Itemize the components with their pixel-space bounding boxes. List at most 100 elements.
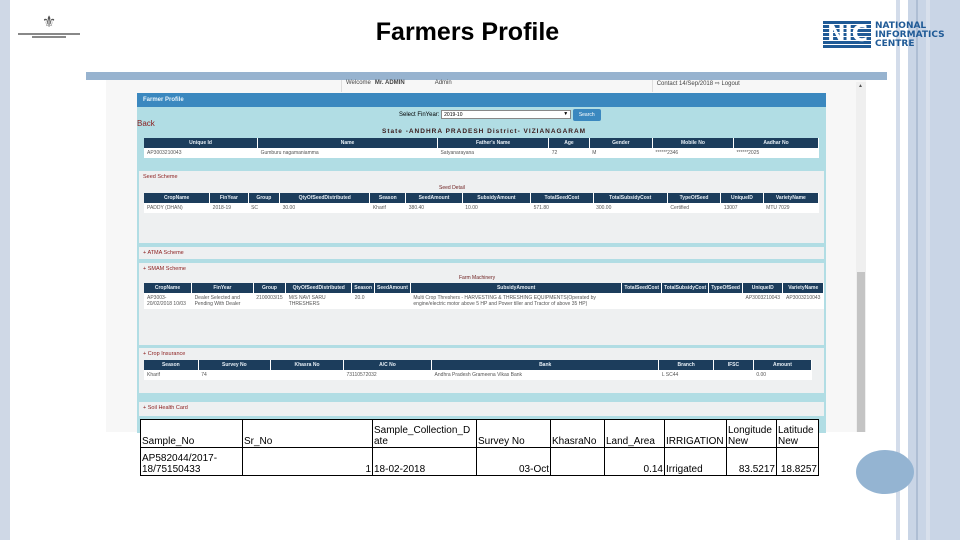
farm-machinery-caption: Farm Machinery <box>459 275 496 281</box>
column-header: TotalSubsidyCost <box>661 283 710 293</box>
table-row: Kharif 74 73110572032 Andhra Pradesh Gramee… <box>144 370 812 380</box>
smam-scheme-section: + SMAM Scheme Farm Machinery CropName Fin… <box>139 263 824 345</box>
table-cell: SC <box>248 203 280 213</box>
soil-health-section: + Soil Health Card <box>139 402 824 416</box>
farmer-table: Unique Id Name Father's Name Age Gender Mobil… <box>144 138 820 158</box>
table-row: AP3003210043 Gumburu nagamaniamma Satyanar… <box>144 148 819 158</box>
welcome-label: Welcome <box>346 80 371 86</box>
column-header: CropName <box>144 283 193 293</box>
smam-scheme-toggle[interactable]: + SMAM Scheme <box>139 263 824 275</box>
column-header: TypeOfSeed <box>667 193 722 203</box>
soil-sample-table: Sample_No Sr_No Sample_Collection_Date Surv… <box>140 419 819 476</box>
table-cell: 300.00 <box>593 203 668 213</box>
table-cell: AP3003210043 <box>782 293 824 309</box>
search-button[interactable]: Search <box>572 109 601 121</box>
nic-logo: NIC NATIONAL INFORMATICS CENTRE <box>823 21 945 49</box>
crop-insurance-section: + Crop Insurance Season Survey No Khasra N… <box>139 348 824 393</box>
column-header: Bank <box>431 360 660 370</box>
column-header: SubsidyAmount <box>462 193 532 203</box>
panel-title: Farmer Profile <box>137 93 826 107</box>
back-link[interactable]: Back <box>137 119 155 128</box>
nic-line-3: CENTRE <box>875 38 915 49</box>
table-header-row: Sample_No Sr_No Sample_Collection_Date Surv… <box>140 419 819 448</box>
table-cell: 72 <box>548 148 590 158</box>
column-header: Group <box>253 283 287 293</box>
table-cell: PADDY (DHAN) <box>144 203 210 213</box>
column-header: IFSC <box>713 360 754 370</box>
column-header: Land_Area <box>604 419 665 448</box>
seed-scheme-toggle[interactable]: Seed Scheme <box>143 174 178 180</box>
column-header: LatitudeNew <box>776 419 819 448</box>
seed-scheme-section: Seed Scheme Seed Detail CropName FinYear G… <box>139 171 824 243</box>
column-header: Sr_No <box>242 419 373 448</box>
column-header: TotalSeedCost <box>621 283 663 293</box>
atma-scheme-toggle[interactable]: + ATMA Scheme <box>139 247 824 259</box>
table-cell: M <box>589 148 653 158</box>
table-cell: 0.00 <box>753 370 812 380</box>
column-header: Khasra No <box>270 360 344 370</box>
decorative-circle <box>856 450 914 494</box>
table-cell: 10.00 <box>462 203 531 213</box>
table-cell: 2018-19 <box>209 203 249 213</box>
table-cell: Andhra Pradesh Grameena Vikas Bank <box>431 370 659 380</box>
finyear-select[interactable]: 2019-10 ▼ <box>441 110 572 119</box>
table-cell <box>374 293 411 309</box>
column-header: Amount <box>753 360 813 370</box>
table-cell: Kharif <box>369 203 406 213</box>
table-cell: L SC44 <box>658 370 714 380</box>
column-header: Age <box>548 138 590 148</box>
table-row: AP582044/2017-18/75150433 1 18-02-2018 03-O… <box>140 447 819 476</box>
table-cell: 18.8257 <box>776 447 819 476</box>
column-header: VarietyName <box>763 193 820 203</box>
table-header-row: CropName FinYear Group QtyOfSeedDistributed… <box>144 283 824 293</box>
contact-logout-link[interactable]: Contact 14/Sep/2018 ⇨ Logout <box>651 80 740 92</box>
finyear-label: Select FinYear: <box>399 112 440 118</box>
column-header: Group <box>248 193 281 203</box>
column-header: Father's Name <box>437 138 550 148</box>
column-header: Unique Id <box>144 138 259 148</box>
user-role: Admin <box>434 80 452 86</box>
column-header: QtyOfSeedDistributed <box>279 193 371 203</box>
column-header: TotalSeedCost <box>530 193 594 203</box>
table-cell: Dealer Selected and Pending With Dealer <box>191 293 254 309</box>
atma-scheme-section: + ATMA Scheme <box>139 247 824 259</box>
table-cell <box>550 447 605 476</box>
column-header: SeedAmount <box>405 193 463 203</box>
column-header: Season <box>369 193 407 203</box>
table-cell <box>661 293 709 309</box>
table-cell: 74 <box>198 370 271 380</box>
table-cell <box>713 370 754 380</box>
table-cell: AP3003210043 <box>742 293 783 309</box>
seed-detail-caption: Seed Detail <box>439 185 465 191</box>
table-cell: 380.40 <box>405 203 463 213</box>
table-cell: 83.5217 <box>726 447 777 476</box>
column-header: SeedAmount <box>374 283 411 293</box>
column-header: FinYear <box>209 193 249 203</box>
table-cell: AP3003-20/02/2018 10/03 <box>144 293 192 309</box>
soil-health-toggle[interactable]: + Soil Health Card <box>139 402 824 414</box>
column-header: SubsidyAmount <box>410 283 623 293</box>
vertical-scrollbar[interactable]: ▲ <box>856 82 866 432</box>
table-cell: Multi Crop Threshers - HARVESTING & THRE… <box>410 293 622 309</box>
column-header: IRRIGATION <box>664 419 727 448</box>
table-cell: 1 <box>242 447 373 476</box>
table-cell <box>708 293 743 309</box>
table-cell: ******2025 <box>733 148 819 158</box>
scroll-up-icon[interactable]: ▲ <box>858 83 863 89</box>
table-cell: Certified <box>667 203 721 213</box>
column-header: FinYear <box>191 283 254 293</box>
scroll-thumb[interactable] <box>857 272 865 432</box>
column-header: TotalSubsidyCost <box>593 193 668 203</box>
table-cell: Irrigated <box>664 447 727 476</box>
nic-mark-icon: NIC <box>823 21 871 49</box>
table-cell: AP582044/2017-18/75150433 <box>140 447 243 476</box>
accent-bar <box>86 72 887 80</box>
state-district-heading: State -ANDHRA PRADESH District- VIZIANAG… <box>382 128 587 135</box>
crop-insurance-toggle[interactable]: + Crop Insurance <box>139 348 824 360</box>
finyear-filter: Select FinYear: 2019-10 ▼ Search <box>399 109 601 121</box>
table-cell <box>621 293 662 309</box>
farmer-profile-panel: Farmer Profile Select FinYear: 2019-10 ▼ … <box>137 93 826 433</box>
table-header-row: Season Survey No Khasra No A/C No Bank Branch… <box>144 360 813 370</box>
table-cell: Kharif <box>144 370 199 380</box>
table-cell: 20.0 <box>351 293 375 309</box>
